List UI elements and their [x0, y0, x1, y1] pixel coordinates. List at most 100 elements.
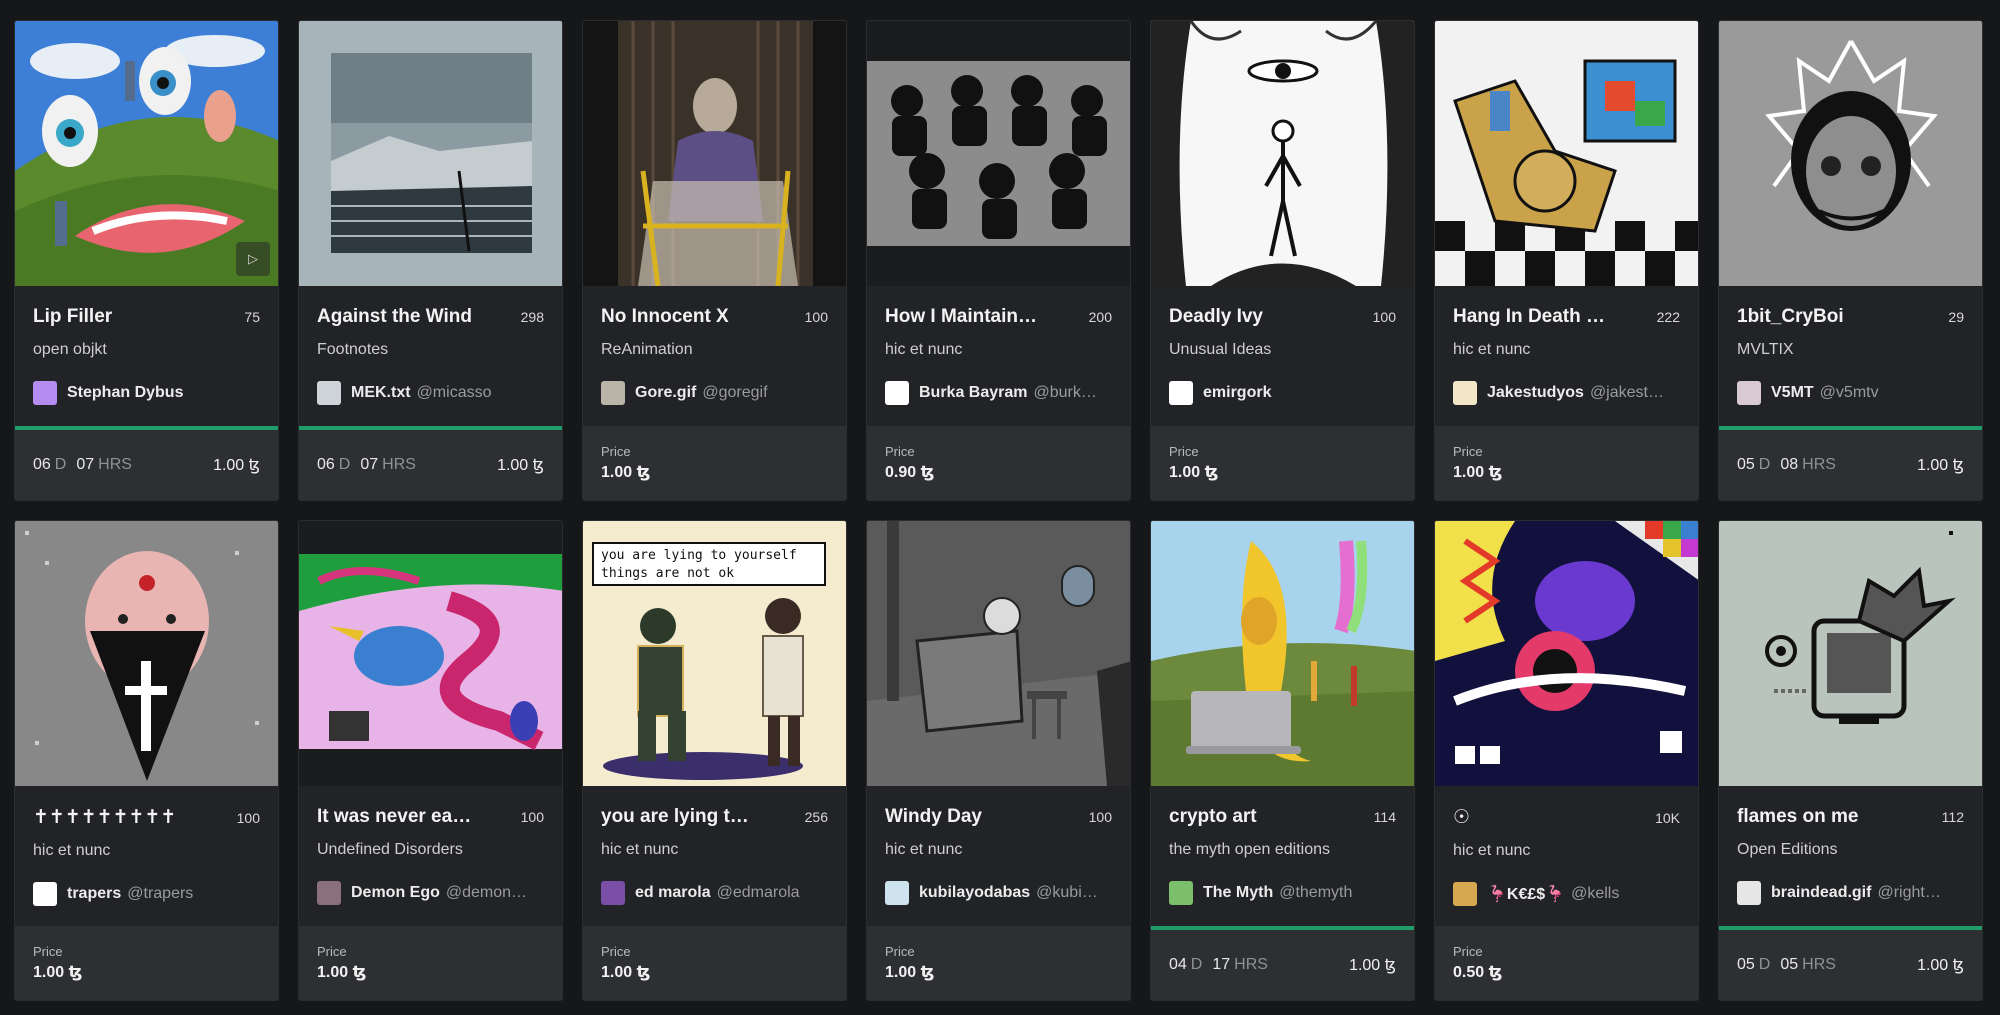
artist-row[interactable]: Stephan Dybus [33, 381, 260, 405]
collection-name[interactable]: Undefined Disorders [317, 841, 544, 859]
artwork-title[interactable]: Lip Filler [33, 306, 112, 328]
artwork-title[interactable]: crypto art [1169, 806, 1257, 828]
artist-handle[interactable]: @themyth [1279, 884, 1352, 902]
artwork-title[interactable]: 1bit_CryBoi [1737, 306, 1844, 328]
artist-name[interactable]: Stephan Dybus [67, 384, 183, 402]
nft-card[interactable]: 1bit_CryBoi 29 MVLTIX V5MT @v5mtv 05 D 08 HRS 1.0… [1718, 20, 1983, 501]
collection-name[interactable]: hic et nunc [1453, 341, 1680, 359]
artwork-title[interactable]: Deadly Ivy [1169, 306, 1263, 328]
artwork-thumbnail[interactable]: you are lying to yourself things are not … [583, 521, 846, 786]
artist-name[interactable]: V5MT [1771, 384, 1814, 402]
collection-name[interactable]: hic et nunc [601, 841, 828, 859]
artist-name[interactable]: ed marola [635, 884, 711, 902]
collection-name[interactable]: open objkt [33, 341, 260, 359]
artwork-title[interactable]: you are lying t… [601, 806, 749, 828]
artist-row[interactable]: MEK.txt @micasso [317, 381, 544, 405]
collection-name[interactable]: MVLTIX [1737, 341, 1964, 359]
artwork-thumbnail[interactable] [583, 21, 846, 286]
artist-row[interactable]: trapers @trapers [33, 882, 260, 906]
artist-handle[interactable]: @kubi… [1036, 884, 1098, 902]
artwork-title[interactable]: ✝︎✝︎✝︎✝︎✝︎✝︎✝︎✝︎✝︎ [33, 806, 176, 829]
collection-name[interactable]: ReAnimation [601, 341, 828, 359]
artist-handle[interactable]: @goregif [702, 384, 767, 402]
nft-card[interactable]: ✝︎✝︎✝︎✝︎✝︎✝︎✝︎✝︎✝︎ 100 hic et nunc trapers @… [14, 520, 279, 1001]
nft-card[interactable]: crypto art 114 the myth open editions The M… [1150, 520, 1415, 1001]
collection-name[interactable]: the myth open editions [1169, 841, 1396, 859]
collection-name[interactable]: Footnotes [317, 341, 544, 359]
artist-row[interactable]: Demon Ego @demon… [317, 881, 544, 905]
artist-row[interactable]: kubilayodabas @kubi… [885, 881, 1112, 905]
artist-handle[interactable]: @micasso [417, 384, 492, 402]
artist-name[interactable]: trapers [67, 885, 121, 903]
nft-card[interactable]: you are lying to yourself things are not … [582, 520, 847, 1001]
artist-name[interactable]: MEK.txt [351, 384, 411, 402]
artist-handle[interactable]: @trapers [127, 885, 193, 903]
collection-name[interactable]: Unusual Ideas [1169, 341, 1396, 359]
artwork-title[interactable]: No Innocent X [601, 306, 729, 328]
artist-row[interactable]: Jakestudyos @jakest… [1453, 381, 1680, 405]
artist-name[interactable]: Demon Ego [351, 884, 440, 902]
play-icon[interactable]: ▷ [236, 242, 270, 276]
artwork-title[interactable]: How I Maintain… [885, 306, 1037, 328]
artwork-thumbnail[interactable] [1151, 21, 1414, 286]
artist-handle[interactable]: @v5mtv [1820, 384, 1879, 402]
artist-name[interactable]: Gore.gif [635, 384, 696, 402]
artist-name[interactable]: emirgork [1203, 384, 1271, 402]
nft-card[interactable]: No Innocent X 100 ReAnimation Gore.gif @gore… [582, 20, 847, 501]
artist-row[interactable]: 🦩K€£$🦩 @kells [1453, 882, 1680, 906]
avatar [1453, 381, 1477, 405]
nft-card[interactable]: Windy Day 100 hic et nunc kubilayodabas @kub… [866, 520, 1131, 1001]
artwork-title[interactable]: Hang In Death … [1453, 306, 1605, 328]
artwork-title[interactable]: flames on me [1737, 806, 1858, 828]
collection-name[interactable]: hic et nunc [885, 341, 1112, 359]
nft-card[interactable]: flames on me 112 Open Editions braindead.gi… [1718, 520, 1983, 1001]
artist-name[interactable]: The Myth [1203, 884, 1273, 902]
artist-handle[interactable]: @jakest… [1590, 384, 1664, 402]
collection-name[interactable]: Open Editions [1737, 841, 1964, 859]
artist-name[interactable]: braindead.gif [1771, 884, 1871, 902]
hours-unit: HRS [1234, 956, 1268, 973]
artwork-thumbnail[interactable] [1719, 521, 1982, 786]
artist-handle[interactable]: @demon… [446, 884, 527, 902]
artwork-title[interactable]: ☉ [1453, 806, 1470, 829]
artwork-thumbnail[interactable] [1151, 521, 1414, 786]
artwork-thumbnail[interactable]: ▷ [15, 21, 278, 286]
artwork-title[interactable]: Windy Day [885, 806, 982, 828]
edition-count: 222 [1656, 309, 1680, 325]
artwork-title[interactable]: It was never ea… [317, 806, 471, 828]
artist-handle[interactable]: @burk… [1034, 384, 1097, 402]
artwork-thumbnail[interactable] [299, 21, 562, 286]
artist-row[interactable]: V5MT @v5mtv [1737, 381, 1964, 405]
artwork-thumbnail[interactable] [1435, 21, 1698, 286]
nft-card[interactable]: ☉ 10K hic et nunc 🦩K€£$🦩 @kells Price 0.50 ꜩ [1434, 520, 1699, 1001]
collection-name[interactable]: hic et nunc [885, 841, 1112, 859]
artwork-thumbnail[interactable] [299, 521, 562, 786]
artwork-thumbnail[interactable] [1719, 21, 1982, 286]
nft-card[interactable]: Deadly Ivy 100 Unusual Ideas emirgork Price 1… [1150, 20, 1415, 501]
artist-name[interactable]: Jakestudyos [1487, 384, 1584, 402]
artwork-thumbnail[interactable] [867, 521, 1130, 786]
artist-handle[interactable]: @edmarola [717, 884, 800, 902]
artist-row[interactable]: The Myth @themyth [1169, 881, 1396, 905]
artwork-thumbnail[interactable] [1435, 521, 1698, 786]
artist-row[interactable]: Burka Bayram @burk… [885, 381, 1112, 405]
collection-name[interactable]: hic et nunc [33, 842, 260, 860]
nft-card[interactable]: ▷ Lip Filler 75 open objkt Stephan Dybus 06 D 0… [14, 20, 279, 501]
artist-name[interactable]: kubilayodabas [919, 884, 1030, 902]
artist-row[interactable]: Gore.gif @goregif [601, 381, 828, 405]
nft-card[interactable]: Against the Wind 298 Footnotes MEK.txt @mica… [298, 20, 563, 501]
artist-row[interactable]: braindead.gif @right… [1737, 881, 1964, 905]
artwork-thumbnail[interactable] [867, 21, 1130, 286]
artist-row[interactable]: emirgork [1169, 381, 1396, 405]
nft-card[interactable]: How I Maintain… 200 hic et nunc Burka Bayra… [866, 20, 1131, 501]
artist-handle[interactable]: @kells [1571, 885, 1619, 903]
artist-row[interactable]: ed marola @edmarola [601, 881, 828, 905]
artwork-title[interactable]: Against the Wind [317, 306, 472, 328]
artwork-thumbnail[interactable] [15, 521, 278, 786]
artist-name[interactable]: 🦩K€£$🦩 [1487, 884, 1565, 904]
artist-handle[interactable]: @right… [1877, 884, 1940, 902]
collection-name[interactable]: hic et nunc [1453, 842, 1680, 860]
nft-card[interactable]: Hang In Death … 222 hic et nunc Jakestudyos… [1434, 20, 1699, 501]
artist-name[interactable]: Burka Bayram [919, 384, 1028, 402]
nft-card[interactable]: It was never ea… 100 Undefined Disorders De… [298, 520, 563, 1001]
